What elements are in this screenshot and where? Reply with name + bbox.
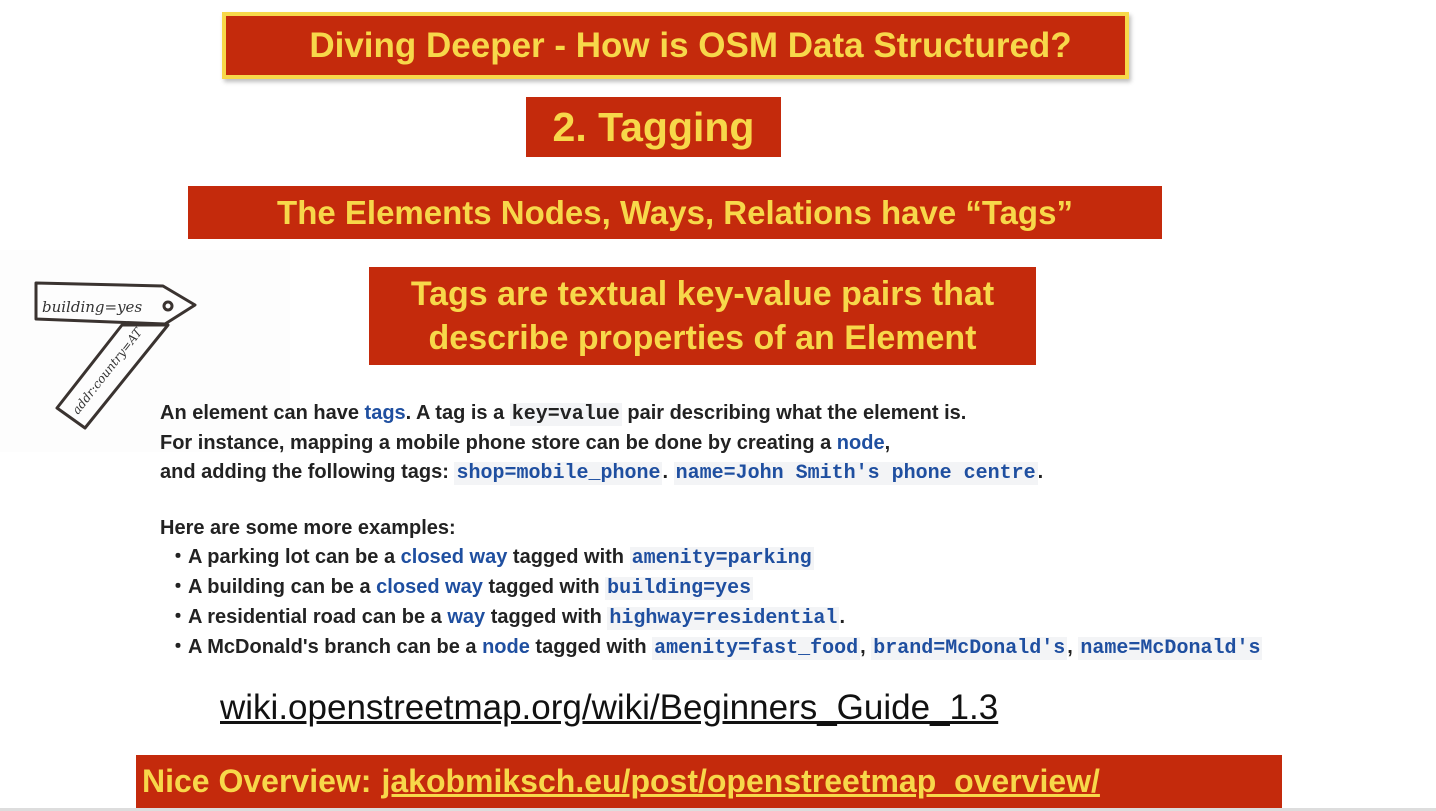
bullet-icon: ・: [168, 606, 188, 628]
text: ,: [884, 432, 891, 454]
text: tagged with: [482, 576, 606, 598]
sketch-tag-country: addr:country=AT: [69, 325, 145, 417]
body-text: An element can have tags. A tag is a key…: [160, 399, 1263, 663]
node-link[interactable]: node: [482, 636, 530, 658]
text: pair describing what the element is.: [621, 402, 967, 424]
closed-way-link[interactable]: closed way: [401, 546, 508, 568]
text: .: [839, 606, 845, 628]
body-line-2: For instance, mapping a mobile phone sto…: [160, 429, 1262, 458]
description-line-2: describe properties of an Element: [428, 319, 977, 357]
section-title-text: 2. Tagging: [552, 103, 755, 150]
text: tagged with: [529, 636, 653, 658]
code-tag[interactable]: highway=residential: [607, 607, 840, 630]
node-link[interactable]: node: [837, 432, 885, 454]
list-item: ・A building can be a closed way tagged w…: [160, 573, 1262, 603]
list-item: ・A parking lot can be a closed way tagge…: [160, 543, 1262, 573]
text: A parking lot can be a: [188, 546, 401, 568]
overview-banner: Nice Overview: jakobmiksch.eu/post/opens…: [136, 755, 1282, 808]
code-tag[interactable]: amenity=fast_food: [652, 637, 861, 660]
text: A McDonald's branch can be a: [188, 636, 483, 658]
examples-list: ・A parking lot can be a closed way tagge…: [160, 543, 1263, 663]
slide-title-text: Diving Deeper - How is OSM Data Structur…: [309, 25, 1072, 65]
overview-link[interactable]: jakobmiksch.eu/post/openstreetmap_overvi…: [381, 763, 1099, 800]
text: A building can be a: [188, 576, 377, 598]
overview-label: Nice Overview:: [142, 763, 372, 799]
tags-link[interactable]: tags: [365, 402, 406, 424]
description-banner: Tags are textual key-value pairs that de…: [369, 267, 1036, 365]
closed-way-link[interactable]: closed way: [376, 576, 483, 598]
examples-heading: Here are some more examples:: [160, 517, 456, 539]
text: and adding the following tags:: [160, 461, 455, 483]
text: ,: [860, 636, 872, 658]
text: .: [1037, 461, 1044, 483]
body-line-3: and adding the following tags: shop=mobi…: [160, 458, 1262, 488]
bullet-icon: ・: [168, 576, 188, 598]
section-title: 2. Tagging: [526, 97, 781, 157]
text: .: [662, 461, 674, 483]
sketch-tag-building: building=yes: [42, 298, 142, 316]
code-tag[interactable]: amenity=parking: [629, 547, 814, 570]
slide-title: Diving Deeper - How is OSM Data Structur…: [222, 12, 1129, 79]
list-item: ・A McDonald's branch can be a node tagge…: [160, 633, 1263, 663]
text: ,: [1067, 636, 1079, 658]
list-item: ・A residential road can be a way tagged …: [160, 603, 1262, 633]
bullet-icon: ・: [168, 636, 188, 658]
body-line-1: An element can have tags. A tag is a key…: [160, 399, 1262, 429]
code-key-value: key=value: [509, 403, 622, 426]
code-tag[interactable]: building=yes: [605, 577, 754, 600]
text: tagged with: [507, 546, 630, 568]
elements-banner-text: The Elements Nodes, Ways, Relations have…: [277, 193, 1073, 231]
text: For instance, mapping a mobile phone sto…: [160, 432, 837, 454]
description-line-1: Tags are textual key-value pairs that: [410, 275, 995, 313]
text: An element can have: [160, 402, 365, 424]
text: A residential road can be a: [188, 606, 448, 628]
way-link[interactable]: way: [447, 606, 485, 628]
wiki-link[interactable]: wiki.openstreetmap.org/wiki/Beginners_Gu…: [220, 688, 998, 728]
elements-banner: The Elements Nodes, Ways, Relations have…: [188, 186, 1162, 239]
code-shop-tag[interactable]: shop=mobile_phone: [454, 462, 663, 485]
bullet-icon: ・: [168, 546, 188, 568]
code-tag[interactable]: name=McDonald's: [1078, 637, 1263, 660]
text: . A tag is a: [405, 402, 510, 424]
code-tag[interactable]: brand=McDonald's: [871, 637, 1068, 660]
code-name-tag[interactable]: name=John Smith's phone centre: [673, 462, 1038, 485]
text: tagged with: [485, 606, 608, 628]
